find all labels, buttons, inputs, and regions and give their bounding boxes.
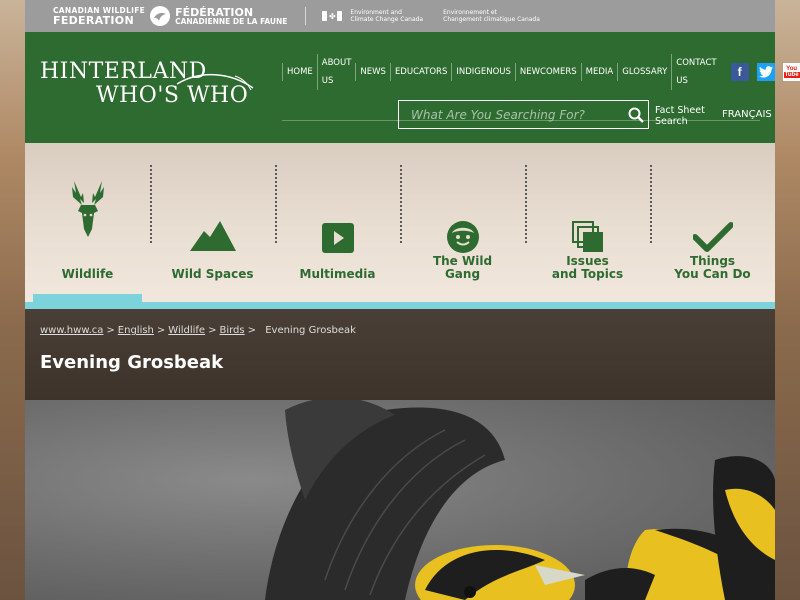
category-label: Issues and Topics — [525, 255, 650, 281]
facebook-icon[interactable]: f — [730, 63, 749, 81]
logo-swoosh-icon — [176, 74, 254, 91]
category-label: Things You Can Do — [650, 255, 775, 281]
species-photo — [25, 400, 775, 600]
twitter-icon[interactable] — [756, 63, 775, 81]
fact-sheet-line2: Search — [655, 116, 688, 127]
language-toggle[interactable]: FRANÇAIS — [722, 109, 772, 120]
category-label: Multimedia — [299, 267, 376, 281]
fed-line2: CANADIENNE DE LA FAUNE — [175, 16, 288, 26]
mountain-icon — [189, 191, 236, 251]
eccc-en-2: Climate Change Canada — [350, 16, 424, 23]
breadcrumb-english[interactable]: English — [118, 325, 154, 336]
main-nav: HOME ABOUT US NEWS EDUCATORS INDIGENOUS … — [282, 54, 800, 90]
search-box — [398, 100, 649, 129]
search-icon[interactable] — [624, 101, 648, 128]
deer-head-icon — [66, 179, 110, 239]
cwf-line2: FEDERATION — [53, 13, 134, 27]
layers-icon — [571, 193, 604, 253]
cwf-logo-link[interactable]: CANADIAN WILDLIFE FEDERATION FÉDÉRATION … — [53, 5, 287, 27]
category-wild-gang[interactable]: The Wild Gang — [400, 143, 525, 302]
category-issues[interactable]: Issues and Topics — [525, 143, 650, 302]
fact-sheet-line1: Fact Sheet — [655, 105, 705, 116]
category-things-you-can-do[interactable]: Things You Can Do — [650, 143, 775, 302]
eccc-logo-link[interactable]: ✤ Environment and Climate Change Canada … — [322, 9, 560, 23]
eccc-en: Environment and Climate Change Canada — [350, 9, 433, 23]
fact-sheet-search-link[interactable]: Fact Sheet Search — [655, 105, 705, 127]
cwf-name-en: CANADIAN WILDLIFE FEDERATION — [53, 6, 145, 27]
category-label-line1: Things — [689, 254, 736, 268]
eccc-en-1: Environment and — [350, 9, 402, 16]
category-label: Wild Spaces — [171, 267, 254, 281]
nav-home[interactable]: HOME — [282, 63, 317, 81]
page-title: Evening Grosbeak — [40, 352, 224, 373]
eccc-fr-2: Changement climatique Canada — [443, 16, 540, 23]
category-wild-spaces[interactable]: Wild Spaces — [150, 143, 275, 302]
nav-indigenous[interactable]: INDIGENOUS — [451, 63, 515, 81]
youtube-icon[interactable]: You Tube — [782, 63, 800, 81]
category-label-line2: and Topics — [551, 267, 624, 281]
nav-newcomers[interactable]: NEWCOMERS — [514, 63, 581, 81]
fed-line1: FÉDÉRATION — [175, 5, 254, 19]
nav-educators[interactable]: EDUCATORS — [389, 63, 451, 81]
nav-contact[interactable]: CONTACT US — [671, 54, 720, 90]
nav-about[interactable]: ABOUT US — [316, 54, 356, 90]
cwf-name-fr: FÉDÉRATION CANADIENNE DE LA FAUNE — [175, 7, 287, 26]
breadcrumb-birds[interactable]: Birds — [219, 325, 244, 336]
category-accent-strip — [25, 302, 775, 309]
breadcrumb-current: Evening Grosbeak — [265, 325, 356, 336]
page-hero: www.hww.ca > English > Wildlife > Birds > Eveni… — [25, 309, 775, 407]
breadcrumb-wildlife[interactable]: Wildlife — [168, 325, 205, 336]
eccc-fr: Environnement et Changement climatique C… — [443, 9, 550, 23]
sponsor-divider — [305, 7, 307, 25]
page: CANADIAN WILDLIFE FEDERATION FÉDÉRATION … — [25, 0, 800, 600]
nav-news[interactable]: NEWS — [355, 63, 390, 81]
category-wildlife[interactable]: Wildlife — [25, 143, 150, 302]
category-label-line2: Gang — [444, 267, 481, 281]
category-label: Wildlife — [61, 267, 114, 281]
category-label-line1: Issues — [566, 254, 609, 268]
site-header: HINTERLAND WHO'S WHO HOME ABOUT US NEWS … — [25, 32, 800, 143]
social-links: f You Tube — [730, 63, 800, 81]
nav-media[interactable]: MEDIA — [580, 63, 618, 81]
category-bar: Wildlife Wild Spaces Multimedia The Wild… — [25, 143, 775, 302]
canada-flag-icon: ✤ — [322, 11, 343, 21]
breadcrumb: www.hww.ca > English > Wildlife > Birds > Eveni… — [40, 325, 356, 336]
category-label: The Wild Gang — [400, 255, 525, 281]
youtube-line2: Tube — [783, 72, 800, 78]
checkmark-icon — [692, 193, 733, 253]
nav-glossary[interactable]: GLOSSARY — [617, 63, 671, 81]
category-multimedia[interactable]: Multimedia — [275, 143, 400, 302]
sponsor-bar: CANADIAN WILDLIFE FEDERATION FÉDÉRATION … — [25, 0, 775, 32]
cwf-bird-icon — [150, 6, 171, 26]
breadcrumb-home[interactable]: www.hww.ca — [40, 325, 103, 336]
category-label-line2: You Can Do — [674, 267, 751, 281]
eccc-fr-1: Environnement et — [443, 9, 497, 16]
category-label-line1: The Wild — [432, 254, 493, 268]
search-input[interactable] — [399, 107, 624, 122]
grosbeak-illustration — [265, 400, 775, 600]
play-icon — [321, 193, 354, 253]
kid-face-icon — [446, 193, 479, 253]
